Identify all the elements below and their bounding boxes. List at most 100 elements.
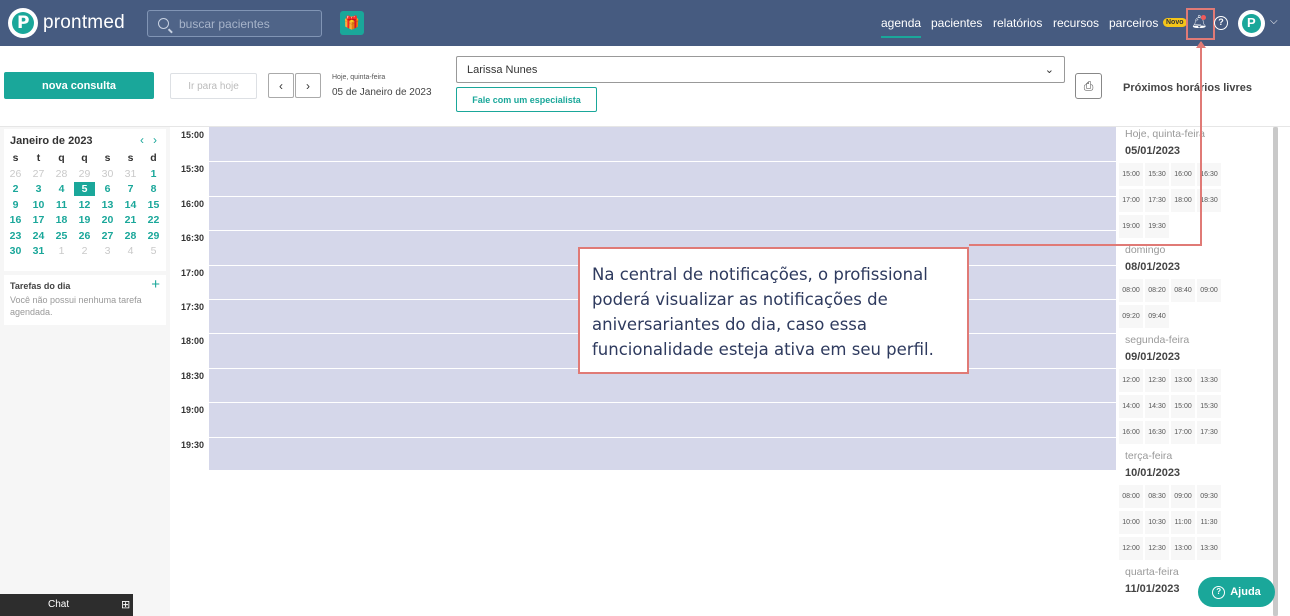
calendar-day[interactable]: 26 xyxy=(73,229,96,245)
free-slot-time[interactable]: 17:00 xyxy=(1119,189,1143,212)
calendar-day[interactable]: 27 xyxy=(27,167,50,183)
calendar-day[interactable]: 29 xyxy=(142,229,165,245)
chat-bar[interactable]: Chat ⊞ xyxy=(0,594,133,616)
free-slot-time[interactable]: 11:30 xyxy=(1197,511,1221,534)
calendar-next-icon[interactable]: › xyxy=(153,133,157,147)
calendar-day[interactable]: 19 xyxy=(73,213,96,229)
free-slot-time[interactable]: 17:30 xyxy=(1145,189,1169,212)
free-slot-time[interactable]: 09:30 xyxy=(1197,485,1221,508)
calendar-day[interactable]: 30 xyxy=(96,167,119,183)
free-slot-time[interactable]: 09:20 xyxy=(1119,305,1143,328)
help-icon[interactable]: ? xyxy=(1214,16,1228,30)
calendar-day[interactable]: 10 xyxy=(27,198,50,214)
free-slot-time[interactable]: 08:00 xyxy=(1119,485,1143,508)
free-slot-time[interactable]: 15:00 xyxy=(1119,163,1143,186)
user-avatar[interactable] xyxy=(1238,10,1265,37)
professional-select[interactable]: Larissa Nunes ⌄ xyxy=(456,56,1065,83)
free-slot-time[interactable]: 17:00 xyxy=(1171,421,1195,444)
free-slot-time[interactable]: 12:00 xyxy=(1119,369,1143,392)
calendar-day[interactable]: 13 xyxy=(96,198,119,214)
gift-button[interactable]: 🎁 xyxy=(340,11,364,35)
free-slot-time[interactable]: 13:00 xyxy=(1171,537,1195,560)
free-slot-time[interactable]: 14:30 xyxy=(1145,395,1169,418)
calendar-day[interactable]: 17 xyxy=(27,213,50,229)
calendar-day[interactable]: 26 xyxy=(4,167,27,183)
calendar-day[interactable]: 2 xyxy=(4,182,27,198)
free-slot-time[interactable]: 16:30 xyxy=(1145,421,1169,444)
calendar-day[interactable]: 27 xyxy=(96,229,119,245)
free-slot-time[interactable]: 14:00 xyxy=(1119,395,1143,418)
free-slot-time[interactable]: 10:00 xyxy=(1119,511,1143,534)
free-slot-time[interactable]: 18:00 xyxy=(1171,189,1195,212)
free-slot-time[interactable]: 16:00 xyxy=(1119,421,1143,444)
search-input[interactable] xyxy=(179,16,319,31)
free-slot-time[interactable]: 15:30 xyxy=(1145,163,1169,186)
calendar-day[interactable]: 11 xyxy=(50,198,73,214)
free-slot-time[interactable]: 18:30 xyxy=(1197,189,1221,212)
free-slot-time[interactable]: 08:00 xyxy=(1119,279,1143,302)
calendar-day[interactable]: 31 xyxy=(119,167,142,183)
free-slot-time[interactable]: 13:30 xyxy=(1197,537,1221,560)
calendar-day[interactable]: 5 xyxy=(73,182,96,198)
free-slot-time[interactable]: 19:30 xyxy=(1145,215,1169,238)
free-slot-time[interactable]: 12:30 xyxy=(1145,369,1169,392)
next-day-button[interactable]: › xyxy=(295,73,321,98)
calendar-day[interactable]: 20 xyxy=(96,213,119,229)
free-slot-time[interactable]: 09:40 xyxy=(1145,305,1169,328)
calendar-prev-icon[interactable]: ‹ xyxy=(140,133,144,147)
calendar-day[interactable]: 31 xyxy=(27,244,50,260)
free-slot-time[interactable]: 16:30 xyxy=(1197,163,1221,186)
calendar-day[interactable]: 21 xyxy=(119,213,142,229)
free-slot-time[interactable]: 13:00 xyxy=(1171,369,1195,392)
calendar-day[interactable]: 4 xyxy=(50,182,73,198)
help-button[interactable]: ? Ajuda xyxy=(1198,577,1275,607)
slots-scrollbar-thumb[interactable] xyxy=(1273,127,1278,616)
free-slot-time[interactable]: 19:00 xyxy=(1119,215,1143,238)
free-slot-time[interactable]: 10:30 xyxy=(1145,511,1169,534)
calendar-day[interactable]: 22 xyxy=(142,213,165,229)
print-button[interactable]: ⎙ xyxy=(1075,73,1102,99)
free-slot-time[interactable]: 16:00 xyxy=(1171,163,1195,186)
nav-agenda[interactable]: agenda xyxy=(881,16,922,38)
free-slot-time[interactable]: 08:40 xyxy=(1171,279,1195,302)
free-slot-time[interactable]: 12:00 xyxy=(1119,537,1143,560)
calendar-day[interactable]: 3 xyxy=(27,182,50,198)
calendar-selected-day[interactable]: 5 xyxy=(74,182,95,196)
nav-parceiros[interactable]: parceiros xyxy=(1109,16,1158,30)
calendar-day[interactable]: 4 xyxy=(119,244,142,260)
free-slot-time[interactable]: 17:30 xyxy=(1197,421,1221,444)
calendar-day[interactable]: 23 xyxy=(4,229,27,245)
calendar-day[interactable]: 15 xyxy=(142,198,165,214)
calendar-day[interactable]: 12 xyxy=(73,198,96,214)
calendar-day[interactable]: 29 xyxy=(73,167,96,183)
calendar-day[interactable]: 9 xyxy=(4,198,27,214)
calendar-day[interactable]: 25 xyxy=(50,229,73,245)
calendar-day[interactable]: 3 xyxy=(96,244,119,260)
calendar-day[interactable]: 5 xyxy=(142,244,165,260)
free-slot-time[interactable]: 12:30 xyxy=(1145,537,1169,560)
search-box[interactable] xyxy=(147,10,322,37)
calendar-day[interactable]: 6 xyxy=(96,182,119,198)
brand-logo[interactable]: prontmed xyxy=(8,8,125,38)
free-slot-time[interactable]: 08:20 xyxy=(1145,279,1169,302)
nav-recursos[interactable]: recursos xyxy=(1053,16,1099,30)
free-slot-time[interactable]: 15:30 xyxy=(1197,395,1221,418)
specialist-button[interactable]: Fale com um especialista xyxy=(456,87,597,112)
new-consult-button[interactable]: nova consulta xyxy=(4,72,154,99)
calendar-day[interactable]: 14 xyxy=(119,198,142,214)
go-today-button[interactable]: Ir para hoje xyxy=(170,73,257,99)
chevron-down-icon[interactable]: ⌵ xyxy=(1270,16,1278,27)
calendar-day[interactable]: 28 xyxy=(119,229,142,245)
calendar-day[interactable]: 1 xyxy=(142,167,165,183)
free-slot-time[interactable]: 08:30 xyxy=(1145,485,1169,508)
calendar-day[interactable]: 2 xyxy=(73,244,96,260)
calendar-day[interactable]: 16 xyxy=(4,213,27,229)
calendar-day[interactable]: 30 xyxy=(4,244,27,260)
calendar-day[interactable]: 28 xyxy=(50,167,73,183)
calendar-day[interactable]: 8 xyxy=(142,182,165,198)
calendar-day[interactable]: 7 xyxy=(119,182,142,198)
calendar-day[interactable]: 1 xyxy=(50,244,73,260)
nav-relatorios[interactable]: relatórios xyxy=(993,16,1042,30)
free-slot-time[interactable]: 13:30 xyxy=(1197,369,1221,392)
free-slot-time[interactable]: 15:00 xyxy=(1171,395,1195,418)
